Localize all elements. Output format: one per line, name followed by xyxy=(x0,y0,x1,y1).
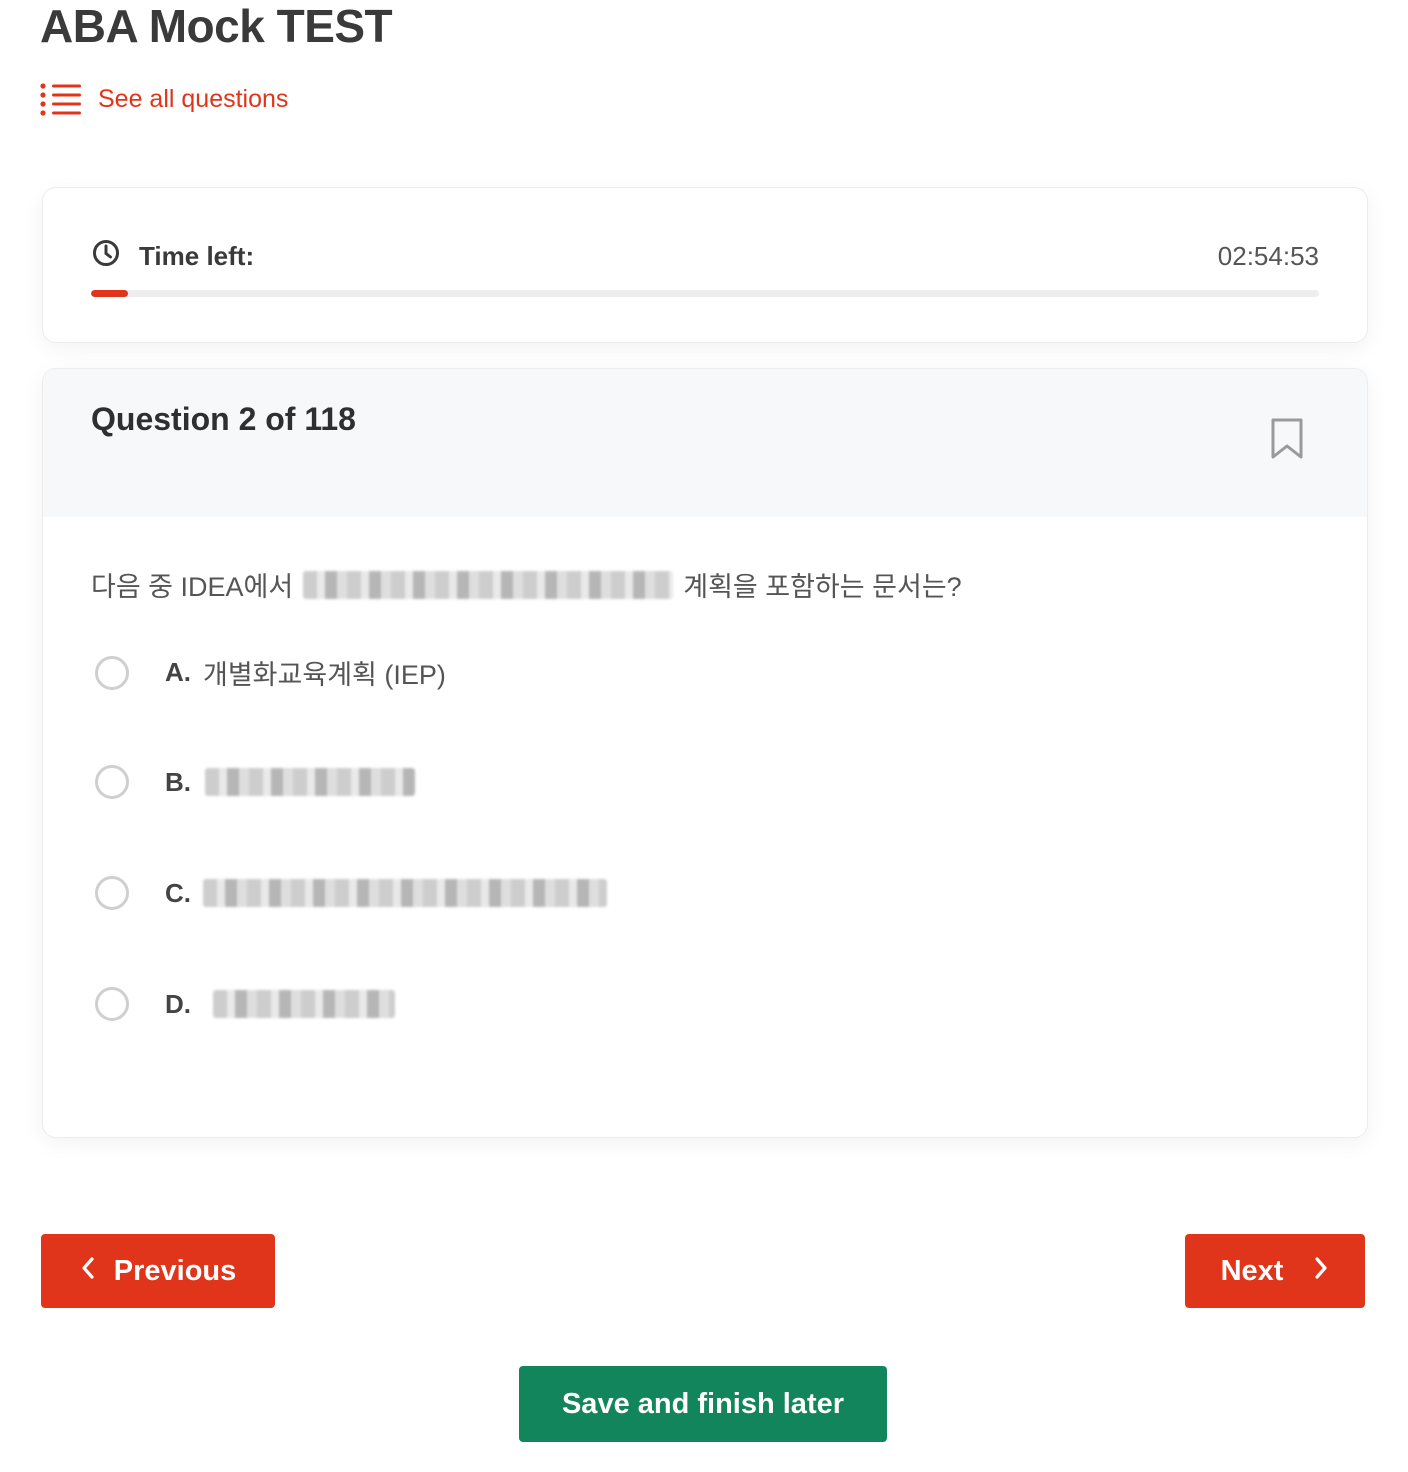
clock-icon xyxy=(91,238,121,275)
answer-option-c[interactable]: C. xyxy=(95,876,607,910)
timer-card: Time left: 02:54:53 xyxy=(42,187,1368,343)
question-text-prefix: 다음 중 IDEA에서 xyxy=(91,572,294,602)
previous-button[interactable]: Previous xyxy=(41,1234,275,1308)
next-button[interactable]: Next xyxy=(1185,1234,1365,1308)
chevron-left-icon xyxy=(80,1255,96,1288)
bookmark-icon[interactable] xyxy=(1269,417,1305,466)
option-text: 개별화교육계획 (IEP) xyxy=(203,660,446,690)
radio-button[interactable] xyxy=(95,655,129,690)
radio-button[interactable] xyxy=(95,876,129,910)
chevron-right-icon xyxy=(1313,1255,1329,1288)
redacted-option-text xyxy=(213,990,395,1018)
answer-option-a[interactable]: A. 개별화교육계획 (IEP) xyxy=(95,653,446,692)
time-progress-bar xyxy=(91,290,1319,297)
redacted-option-text xyxy=(205,768,415,796)
radio-button[interactable] xyxy=(95,987,129,1021)
page-title: ABA Mock TEST xyxy=(40,0,393,52)
question-header: Question 2 of 118 xyxy=(43,369,1367,517)
option-letter: B. xyxy=(165,766,191,797)
question-text: 다음 중 IDEA에서 계획을 포함하는 문서는? xyxy=(91,565,962,604)
redacted-text xyxy=(303,570,674,599)
answer-option-b[interactable]: B. xyxy=(95,765,415,799)
radio-button[interactable] xyxy=(95,765,129,799)
see-all-questions-link[interactable]: See all questions xyxy=(40,82,288,116)
question-number: Question 2 of 118 xyxy=(91,401,356,437)
option-letter: D. xyxy=(165,988,191,1019)
next-label: Next xyxy=(1220,1254,1284,1287)
option-letter: C. xyxy=(165,877,191,908)
list-icon xyxy=(40,82,82,116)
question-card: Question 2 of 118 다음 중 IDEA에서 계획을 포함하는 문… xyxy=(42,368,1368,1138)
redacted-option-text xyxy=(203,879,607,907)
see-all-questions-label: See all questions xyxy=(98,84,289,113)
question-text-suffix: 계획을 포함하는 문서는? xyxy=(683,572,962,602)
save-and-finish-later-button[interactable]: Save and finish later xyxy=(519,1366,887,1442)
time-progress-fill xyxy=(91,290,128,297)
option-letter: A. xyxy=(165,657,191,687)
time-left-label: Time left: xyxy=(139,241,255,271)
previous-label: Previous xyxy=(113,1254,237,1287)
answer-option-d[interactable]: D. xyxy=(95,987,395,1021)
time-left-value: 02:54:53 xyxy=(1217,241,1319,271)
